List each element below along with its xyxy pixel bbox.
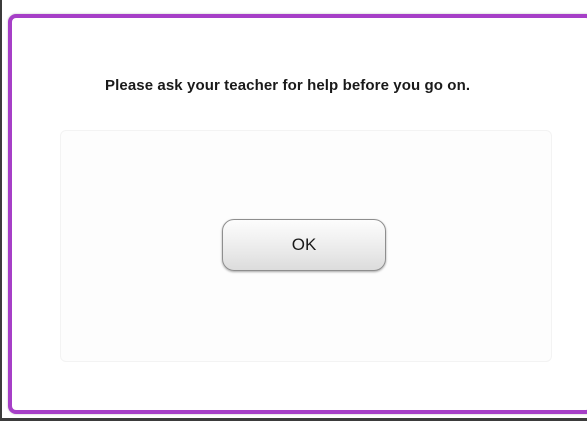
screen: Please ask your teacher for help before …: [0, 0, 587, 421]
ok-button[interactable]: OK: [222, 219, 386, 271]
dialog-message: Please ask your teacher for help before …: [105, 77, 471, 94]
alert-dialog: Please ask your teacher for help before …: [8, 14, 587, 414]
